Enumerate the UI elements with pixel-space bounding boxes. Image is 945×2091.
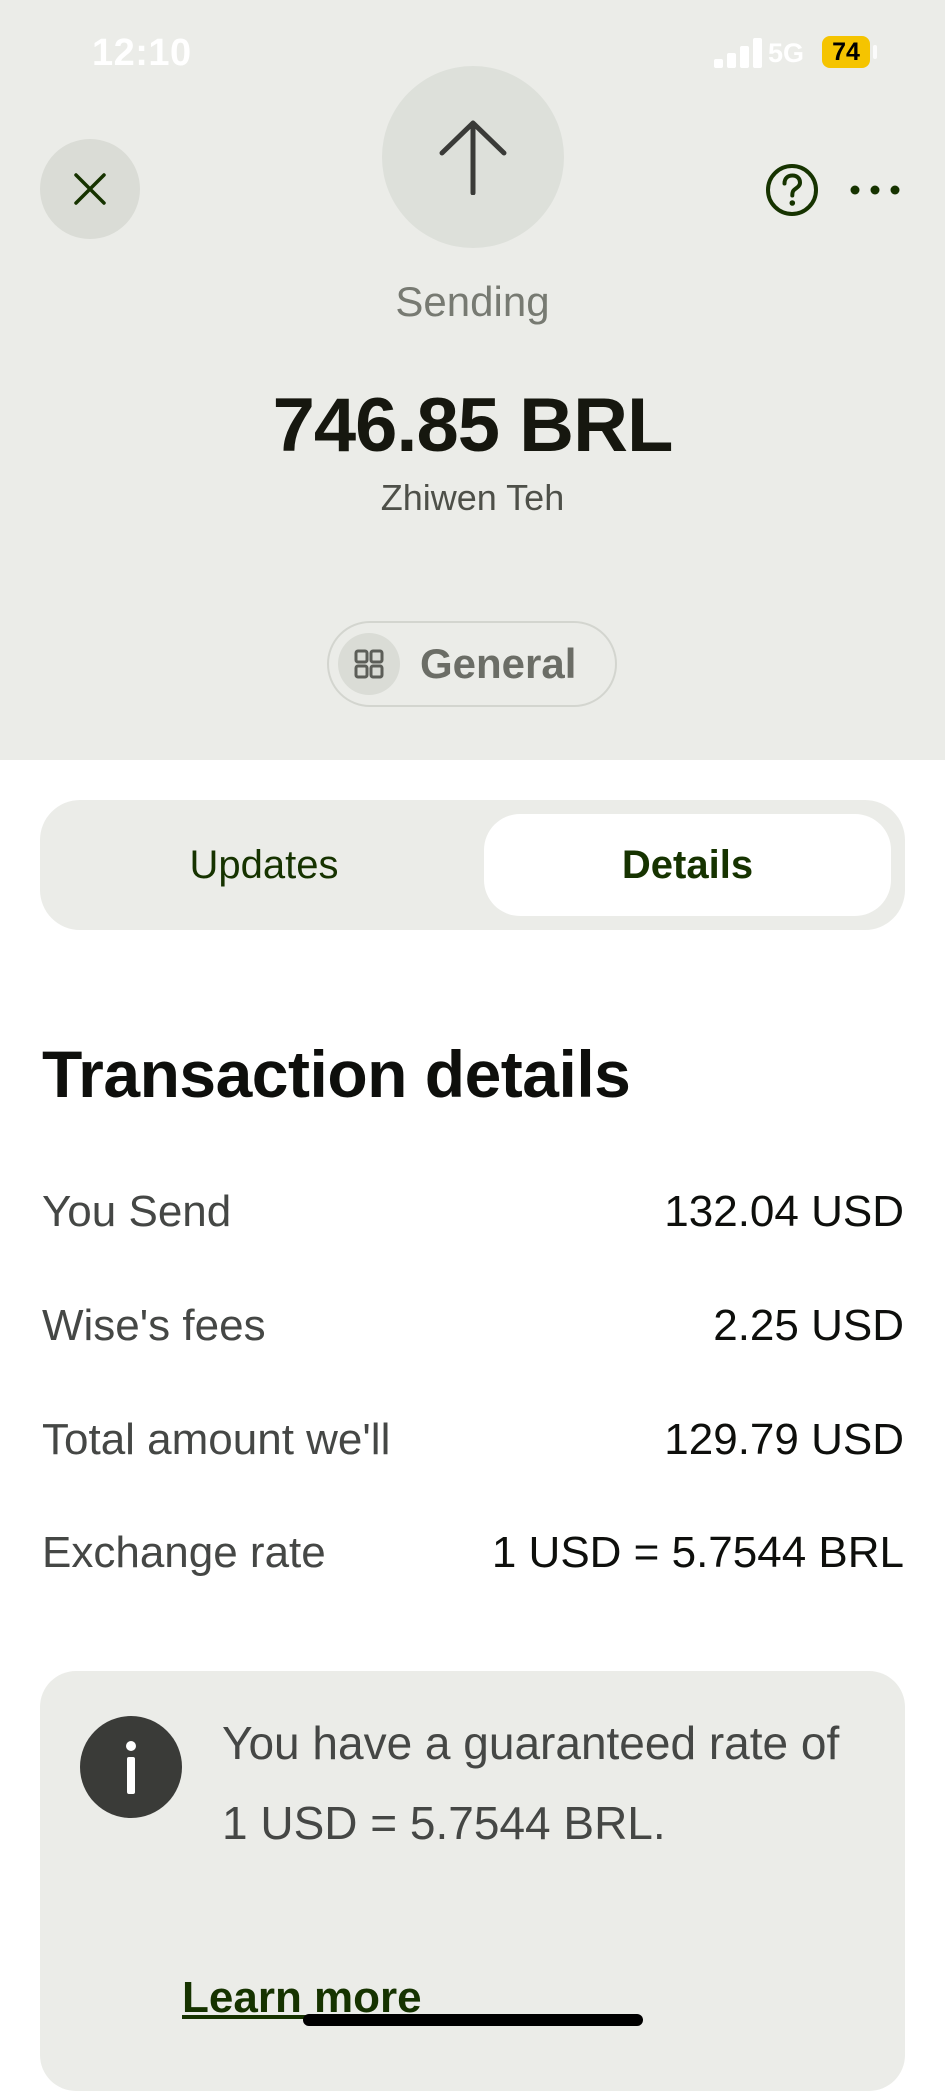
section-title: Transaction details xyxy=(42,1037,631,1111)
category-button[interactable]: General xyxy=(327,621,617,707)
grid-icon xyxy=(354,649,384,679)
detail-label: You Send xyxy=(42,1187,232,1236)
battery-cap xyxy=(873,45,877,59)
detail-value: 129.79 USD xyxy=(664,1415,904,1464)
detail-value: 1 USD = 5.7544 BRL xyxy=(491,1528,904,1577)
category-label: General xyxy=(420,640,577,687)
detail-row-exchange-rate: Exchange rate 1 USD = 5.7544 BRL xyxy=(42,1523,904,1583)
close-icon xyxy=(74,173,106,205)
signal-icon xyxy=(714,38,766,68)
detail-value: 132.04 USD xyxy=(664,1187,904,1236)
tab-details[interactable]: Details xyxy=(484,814,891,916)
network-label: 5G xyxy=(768,38,805,68)
status-time: 12:10 xyxy=(92,32,192,74)
detail-label: Exchange rate xyxy=(42,1528,326,1577)
detail-label: Wise's fees xyxy=(42,1301,266,1350)
transfer-amount: 746.85 BRL xyxy=(272,383,674,468)
arrow-up-icon xyxy=(439,120,507,195)
info-icon xyxy=(80,1716,182,1818)
battery-icon: 74 xyxy=(822,36,870,68)
guaranteed-rate-text: You have a guaranteed rate of 1 USD = 5.… xyxy=(222,1717,840,1849)
tab-switcher: Updates Details xyxy=(40,800,905,930)
detail-row-you-send: You Send 132.04 USD xyxy=(42,1182,904,1242)
transfer-type-badge xyxy=(382,66,564,248)
guaranteed-rate-card: You have a guaranteed rate of 1 USD = 5.… xyxy=(40,1671,905,2091)
question-circle-icon[interactable] xyxy=(764,162,820,218)
close-button[interactable] xyxy=(40,139,140,239)
category-icon-container xyxy=(338,633,400,695)
recipient-name: Zhiwen Teh xyxy=(380,477,565,518)
detail-label: Total amount we'll xyxy=(42,1415,391,1464)
more-horizontal-icon[interactable] xyxy=(845,168,905,212)
detail-value: 2.25 USD xyxy=(713,1301,904,1350)
transfer-status: Sending xyxy=(395,278,550,325)
tab-updates[interactable]: Updates xyxy=(54,814,474,916)
home-indicator xyxy=(303,2014,643,2026)
detail-row-total: Total amount we'll 129.79 USD xyxy=(42,1410,904,1470)
transfer-header: 12:10 5G 74 Sending 746.85 BRL Zhiwen Te… xyxy=(0,0,945,760)
detail-row-fees: Wise's fees 2.25 USD xyxy=(42,1296,904,1356)
